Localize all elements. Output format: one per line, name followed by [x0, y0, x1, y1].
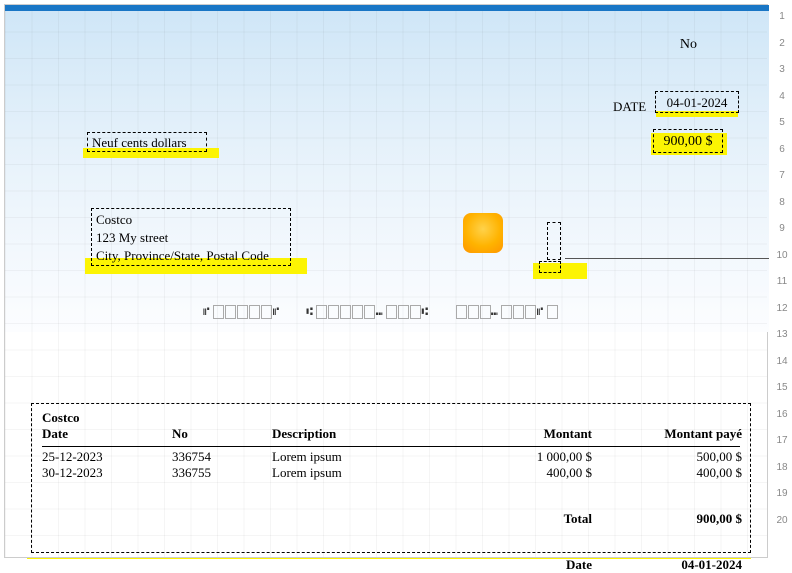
row-number: 17 [772, 428, 792, 455]
footer-date-label: Date [472, 557, 592, 573]
total-label: Total [472, 511, 592, 527]
table-row: 30-12-2023 336755 Lorem ipsum 400,00 $ 4… [42, 465, 740, 481]
row-number-gutter: 1234567891011121314151617181920 [772, 4, 792, 558]
cell-paid: 500,00 $ [592, 449, 742, 465]
cheque-date-field[interactable]: 04-01-2024 [655, 91, 739, 113]
row-number: 11 [772, 269, 792, 296]
total-value: 900,00 $ [592, 511, 742, 527]
cell-desc: Lorem ipsum [272, 449, 472, 465]
signature-marker-field[interactable] [547, 222, 561, 260]
payee-addr1: 123 My street [96, 229, 286, 247]
row-number: 20 [772, 508, 792, 535]
amount-numeric-field[interactable]: 900,00 $ [653, 129, 723, 153]
cheque-no-label: No [680, 37, 697, 53]
cell-paid: 400,00 $ [592, 465, 742, 481]
table-row: 25-12-2023 336754 Lorem ipsum 1 000,00 $… [42, 449, 740, 465]
cell-amount: 400,00 $ [472, 465, 592, 481]
row-number: 10 [772, 243, 792, 270]
payee-name: Costco [96, 211, 286, 229]
row-number: 5 [772, 110, 792, 137]
col-amount: Montant [472, 426, 592, 442]
row-number: 6 [772, 137, 792, 164]
signature-line [565, 258, 769, 259]
stub-header-row: Date No Description Montant Montant payé [42, 426, 740, 442]
row-number: 1 [772, 4, 792, 31]
payee-addr2: City, Province/State, Postal Code [96, 247, 286, 265]
row-number: 19 [772, 481, 792, 508]
cell-date: 30-12-2023 [42, 465, 172, 481]
micr-group-2: ⑆⑉⑆ [306, 305, 431, 319]
stub-date-row: Date 04-01-2024 [42, 557, 740, 573]
col-paid: Montant payé [592, 426, 742, 442]
signature-marker-field[interactable] [539, 261, 561, 273]
page: No DATE 04-01-2024 Neuf cents dollars 90… [4, 4, 768, 558]
micr-group-3: ⑉⑈ [455, 305, 558, 319]
payee-address-field[interactable]: Costco 123 My street City, Province/Stat… [91, 208, 291, 266]
micr-group-1: ⑈⑈ [203, 305, 282, 319]
row-number: 2 [772, 31, 792, 58]
row-number: 13 [772, 322, 792, 349]
row-number: 7 [772, 163, 792, 190]
col-desc: Description [272, 426, 472, 442]
col-no: No [172, 426, 272, 442]
stub-divider [42, 446, 740, 447]
row-number: 9 [772, 216, 792, 243]
col-date: Date [42, 426, 172, 442]
cell-no: 336754 [172, 449, 272, 465]
amount-words-field[interactable]: Neuf cents dollars [87, 132, 207, 152]
cell-desc: Lorem ipsum [272, 465, 472, 481]
footer-date-value: 04-01-2024 [592, 557, 742, 573]
stub-payee: Costco [42, 410, 740, 426]
micr-line: ⑈⑈ ⑆⑉⑆ ⑉⑈ [203, 305, 558, 319]
row-number: 4 [772, 84, 792, 111]
cheque-date-label: DATE [613, 99, 646, 115]
logo-icon [463, 213, 503, 253]
cell-amount: 1 000,00 $ [472, 449, 592, 465]
row-number: 14 [772, 349, 792, 376]
row-number: 15 [772, 375, 792, 402]
row-number: 3 [772, 57, 792, 84]
stub-total-row: Total 900,00 $ [42, 511, 740, 527]
row-number: 8 [772, 190, 792, 217]
cell-no: 336755 [172, 465, 272, 481]
top-accent-bar [5, 5, 769, 11]
row-number: 12 [772, 296, 792, 323]
row-number: 18 [772, 455, 792, 482]
stub-panel: Costco Date No Description Montant Monta… [31, 403, 751, 553]
cell-date: 25-12-2023 [42, 449, 172, 465]
cheque-background [5, 7, 769, 332]
row-number: 16 [772, 402, 792, 429]
